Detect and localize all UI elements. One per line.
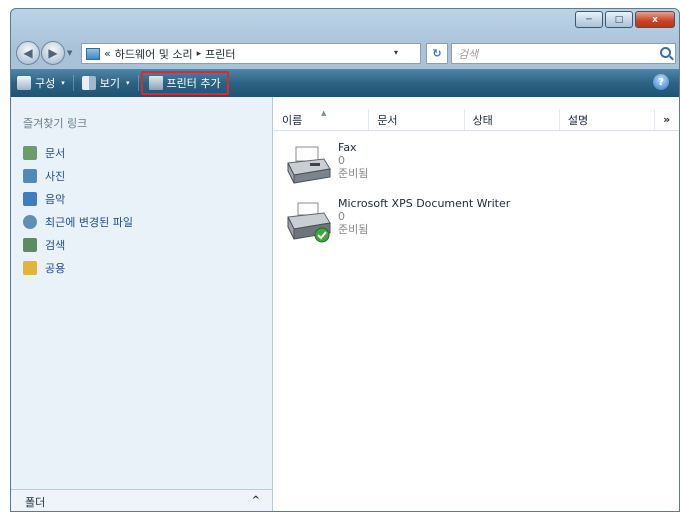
printer-details: Fax 0 준비됨 (338, 141, 368, 180)
favorite-link-recent[interactable]: 최근에 변경된 파일 (23, 210, 133, 233)
address-row: ◀ ▶ ▼ « 하드웨어 및 소리 ▸ 프린터 ▾ ↻ 검색 (11, 39, 679, 69)
navigation-pane: 즐겨찾기 링크 문서 사진 음악 최근에 변경된 파일 검색 공용 폴더 ^ (11, 97, 273, 511)
favorite-links-title: 즐겨찾기 링크 (23, 117, 88, 130)
explorer-window: ─ □ x ◀ ▶ ▼ « 하드웨어 및 소리 ▸ 프린터 ▾ ↻ 검색 구성 … (10, 8, 680, 512)
printer-details: Microsoft XPS Document Writer 0 준비됨 (338, 197, 510, 236)
printer-name: Microsoft XPS Document Writer (338, 197, 511, 210)
breadcrumb-printers[interactable]: 프린터 (205, 46, 235, 62)
favorite-link-label: 사진 (45, 169, 66, 183)
toolbar-divider (72, 75, 74, 91)
column-header-documents[interactable]: 문서 (369, 109, 465, 130)
printer-item-fax[interactable]: Fax 0 준비됨 (284, 141, 604, 201)
close-button[interactable]: x (635, 11, 675, 28)
printer-name: Fax (338, 141, 357, 154)
folders-toggle[interactable]: 폴더 ^ (11, 489, 272, 511)
favorite-link-public[interactable]: 공용 (23, 256, 133, 279)
favorite-link-label: 최근에 변경된 파일 (45, 215, 133, 229)
recent-pages-dropdown[interactable]: ▼ (67, 49, 72, 57)
search-input[interactable]: 검색 (451, 43, 676, 64)
folders-label: 폴더 (25, 495, 46, 509)
add-printer-label: 프린터 추가 (166, 77, 221, 90)
favorite-link-pictures[interactable]: 사진 (23, 164, 133, 187)
column-headers: ▲ 이름 문서 상태 설명 » (274, 109, 679, 131)
breadcrumb-overflow[interactable]: « (104, 47, 111, 60)
search-folder-icon (23, 237, 37, 252)
refresh-button[interactable]: ↻ (426, 43, 448, 64)
organize-label: 구성 (35, 77, 56, 90)
sort-indicator-icon: ▲ (321, 109, 327, 117)
favorite-link-search[interactable]: 검색 (23, 233, 133, 256)
view-icon (81, 76, 96, 90)
control-panel-icon (86, 47, 100, 60)
favorite-link-documents[interactable]: 문서 (23, 141, 133, 164)
printer-item-xps-writer[interactable]: Microsoft XPS Document Writer 0 준비됨 (284, 197, 604, 257)
search-icon[interactable] (660, 47, 671, 58)
chevron-down-icon: ▾ (126, 79, 130, 87)
back-button[interactable]: ◀ (16, 41, 40, 65)
view-label: 보기 (99, 77, 121, 90)
help-icon[interactable]: ? (653, 74, 669, 90)
favorite-links-list: 문서 사진 음악 최근에 변경된 파일 검색 공용 (23, 141, 133, 279)
organize-icon (17, 76, 31, 90)
command-bar: 구성 ▾ 보기 ▾ 프린터 추가 ? (11, 69, 679, 97)
toolbar-divider (137, 75, 139, 91)
file-list-pane: ▲ 이름 문서 상태 설명 » Fax 0 준비됨 Microsoft XPS … (274, 97, 679, 511)
recent-files-icon (23, 214, 37, 229)
fax-icon (287, 146, 331, 184)
title-bar: ─ □ x (11, 9, 679, 39)
column-header-description[interactable]: 설명 (560, 109, 656, 130)
search-placeholder: 검색 (458, 47, 479, 61)
favorite-link-label: 음악 (45, 192, 66, 206)
view-button[interactable]: 보기 ▾ (76, 71, 136, 95)
favorite-link-label: 문서 (45, 146, 66, 160)
favorite-link-music[interactable]: 음악 (23, 187, 133, 210)
printer-doc-count: 0 (338, 210, 345, 223)
music-icon (23, 191, 37, 206)
add-printer-icon (148, 76, 163, 90)
chevron-down-icon: ▾ (61, 79, 65, 87)
printer-status: 준비됨 (338, 223, 369, 236)
breadcrumb-hardware-sound[interactable]: 하드웨어 및 소리 (115, 46, 193, 62)
forward-button[interactable]: ▶ (41, 41, 65, 65)
public-folder-icon (23, 260, 37, 275)
documents-icon (23, 145, 37, 160)
minimize-button[interactable]: ─ (575, 11, 603, 28)
pictures-icon (23, 168, 37, 183)
printer-default-icon (287, 202, 331, 243)
printer-doc-count: 0 (338, 154, 345, 167)
content-area: 즐겨찾기 링크 문서 사진 음악 최근에 변경된 파일 검색 공용 폴더 ^ ▲… (11, 97, 679, 511)
breadcrumb-separator-icon[interactable]: ▸ (197, 49, 202, 59)
add-printer-button[interactable]: 프린터 추가 (140, 71, 229, 95)
more-columns-button[interactable]: » (655, 109, 679, 130)
printer-status: 준비됨 (338, 167, 369, 180)
favorite-link-label: 검색 (45, 238, 66, 252)
organize-button[interactable]: 구성 ▾ (11, 71, 71, 95)
window-controls: ─ □ x (573, 11, 675, 28)
address-dropdown-icon[interactable]: ▾ (394, 48, 398, 57)
chevron-up-icon: ^ (251, 495, 260, 506)
favorite-link-label: 공용 (45, 261, 66, 275)
maximize-button[interactable]: □ (605, 11, 633, 28)
column-header-status[interactable]: 상태 (465, 109, 560, 130)
address-bar[interactable]: « 하드웨어 및 소리 ▸ 프린터 ▾ (81, 43, 421, 64)
